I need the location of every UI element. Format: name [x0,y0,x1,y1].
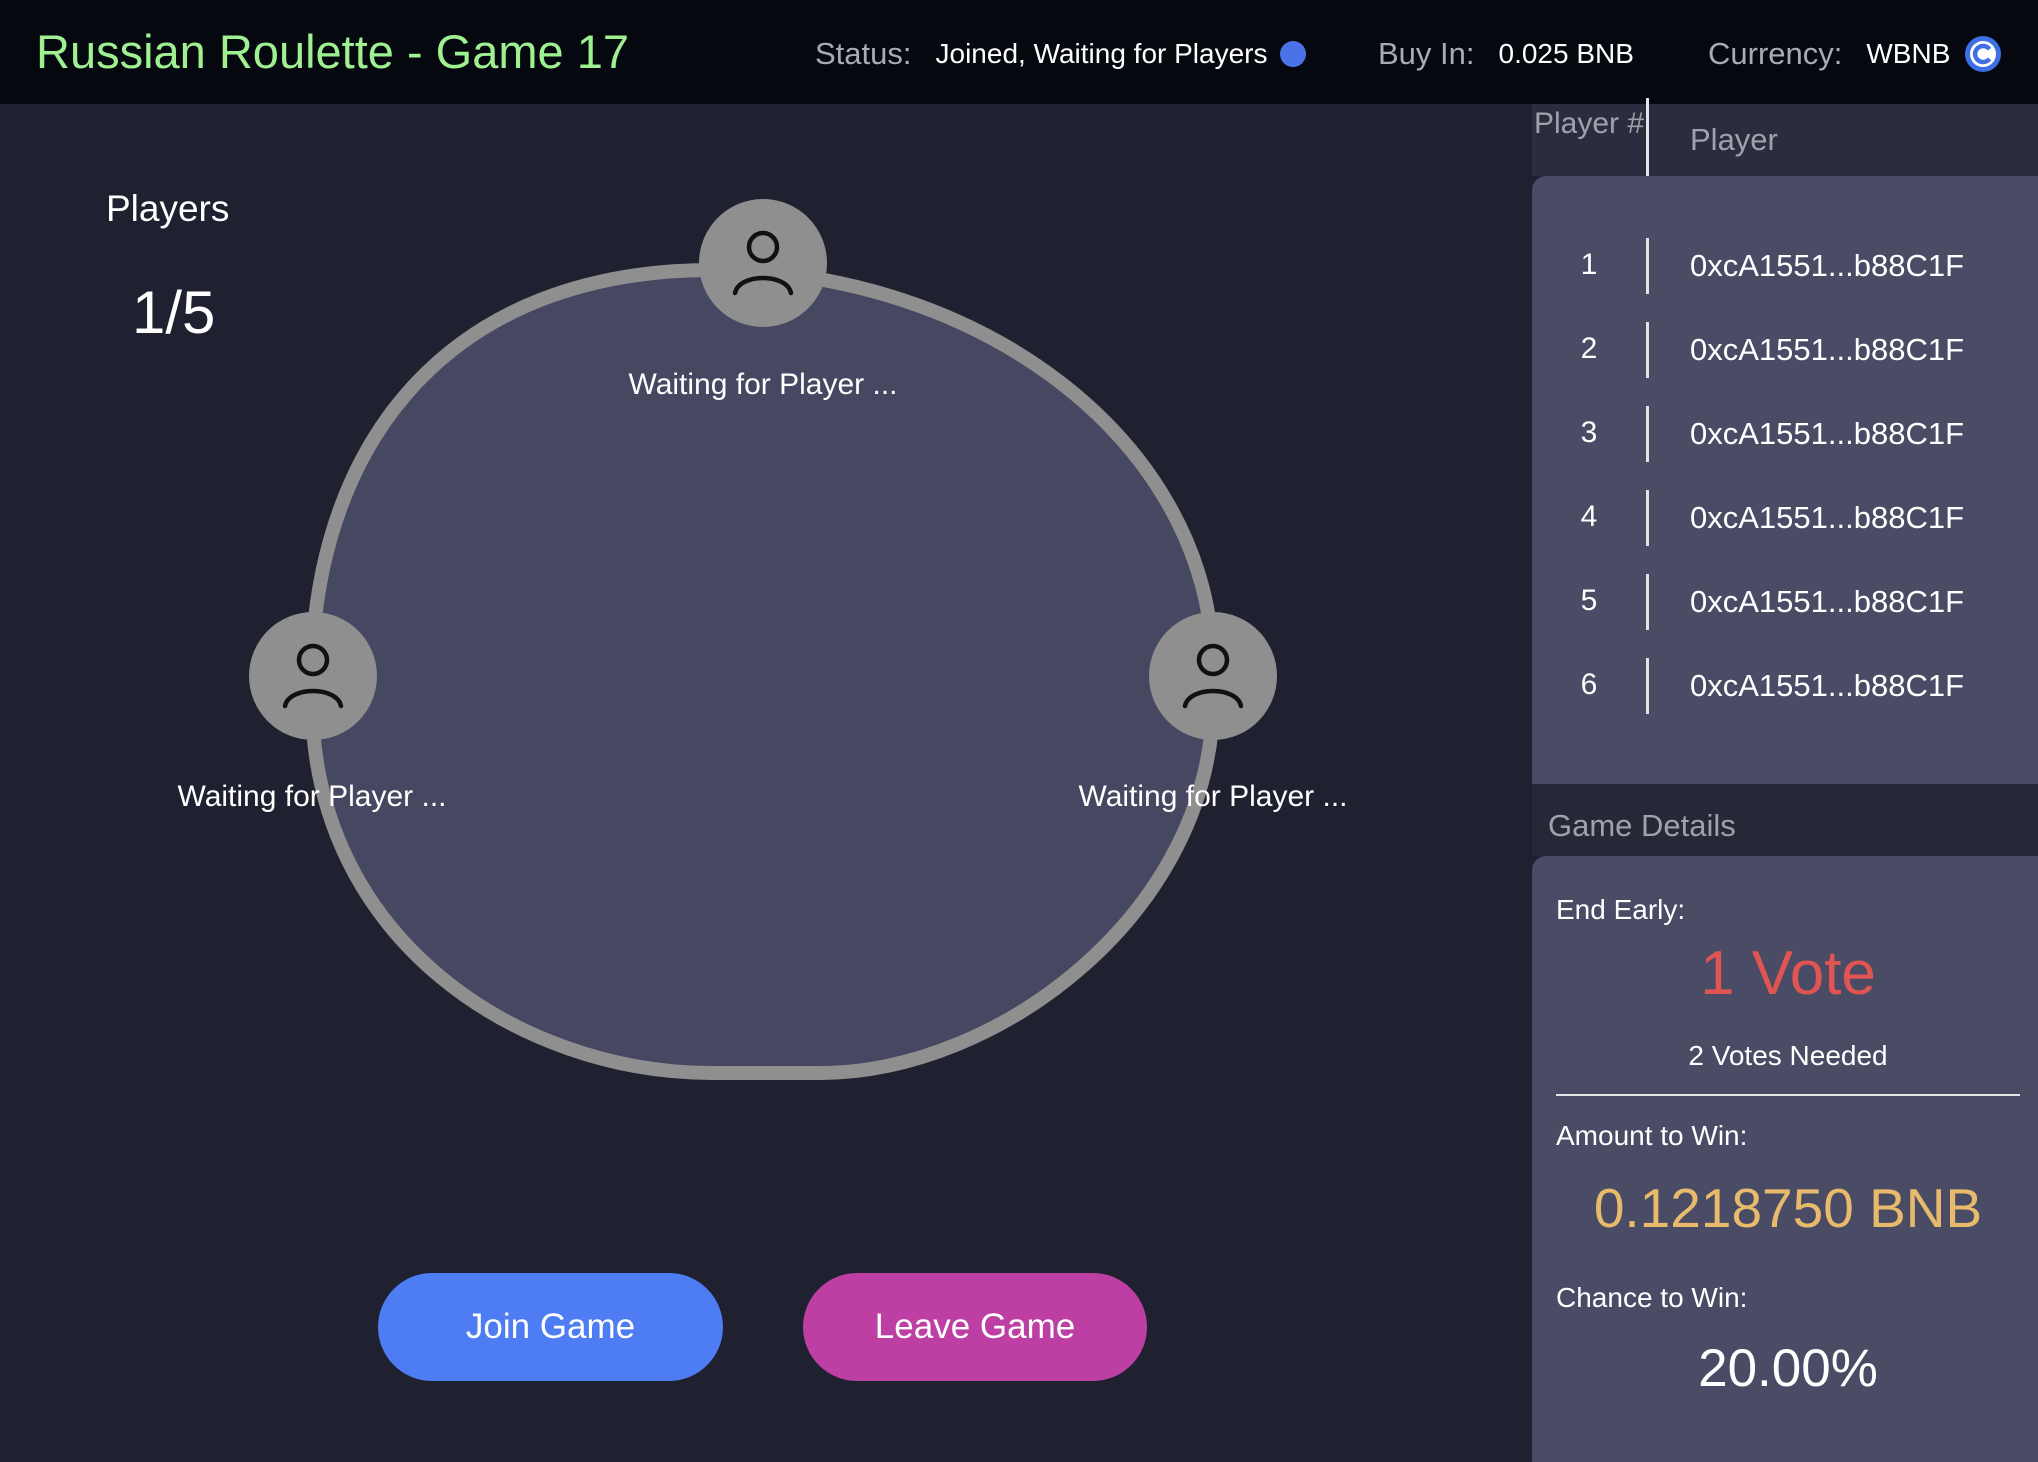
seat-left-label: Waiting for Player ... [177,780,447,813]
currency-label: Currency: [1708,36,1843,71]
player-address: 0xcA1551...b88C1F [1690,584,1965,619]
amount-to-win-value: 0.1218750 BNB [1593,1177,1983,1239]
end-early-label: End Early: [1556,894,1686,925]
chance-to-win-label: Chance to Win: [1556,1282,1748,1313]
column-divider [1646,98,1649,182]
player-address: 0xcA1551...b88C1F [1690,416,1965,451]
join-game-button[interactable]: Join Game [378,1273,723,1381]
currency-group: Currency: WBNB [1708,34,2002,74]
game-details-panel: End Early: 1 Vote 2 Votes Needed Amount … [1532,856,2038,1462]
player-number: 6 [1580,668,1598,701]
seat-top-label: Waiting for Player ... [628,368,898,401]
game-details-header: Game Details [1532,784,2038,856]
player-number: 2 [1580,332,1598,365]
seat-right-label: Waiting for Player ... [1078,780,1348,813]
player-address: 0xcA1551...b88C1F [1690,668,1965,703]
table-row: 2 0xcA1551...b88C1F [1532,322,2038,378]
row-divider [1646,490,1649,546]
table-row: 4 0xcA1551...b88C1F [1532,490,2038,546]
seat-left [249,612,377,740]
row-divider [1646,238,1649,294]
player-list: 1 0xcA1551...b88C1F 2 0xcA1551...b88C1F … [1532,176,2038,784]
row-divider [1646,574,1649,630]
row-divider [1646,322,1649,378]
player-number: 5 [1580,584,1598,617]
row-divider [1646,658,1649,714]
player-number: 1 [1580,248,1598,281]
player-number: 3 [1580,416,1598,449]
player-address: 0xcA1551...b88C1F [1690,248,1965,283]
currency-value: WBNB [1866,38,1951,69]
user-avatar-icon [732,230,794,296]
player-address: 0xcA1551...b88C1F [1690,332,1965,367]
player-address: 0xcA1551...b88C1F [1690,500,1965,535]
table-row: 3 0xcA1551...b88C1F [1532,406,2038,462]
game-details-title: Game Details [1548,808,1736,843]
divider [1556,1094,2020,1096]
column-header-player: Player [1690,122,1778,157]
votes-needed: 2 Votes Needed [1688,1040,1888,1071]
table-row: 5 0xcA1551...b88C1F [1532,574,2038,630]
table-row: 1 0xcA1551...b88C1F [1532,238,2038,294]
table-row: 6 0xcA1551...b88C1F [1532,658,2038,714]
user-avatar-icon [1182,643,1244,709]
chance-to-win-value: 20.00% [1698,1339,1878,1398]
player-number: 4 [1580,500,1598,533]
seat-top [699,199,827,327]
amount-to-win-label: Amount to Win: [1556,1120,1748,1151]
column-header-player-number: Player # [1533,107,1645,140]
row-divider [1646,406,1649,462]
currency-coin-icon [1964,35,2002,73]
user-avatar-icon [282,643,344,709]
seat-right [1149,612,1277,740]
player-list-header: Player # Player [1532,98,2038,182]
vote-count: 1 Vote [1700,939,1876,1008]
leave-game-button[interactable]: Leave Game [803,1273,1147,1381]
